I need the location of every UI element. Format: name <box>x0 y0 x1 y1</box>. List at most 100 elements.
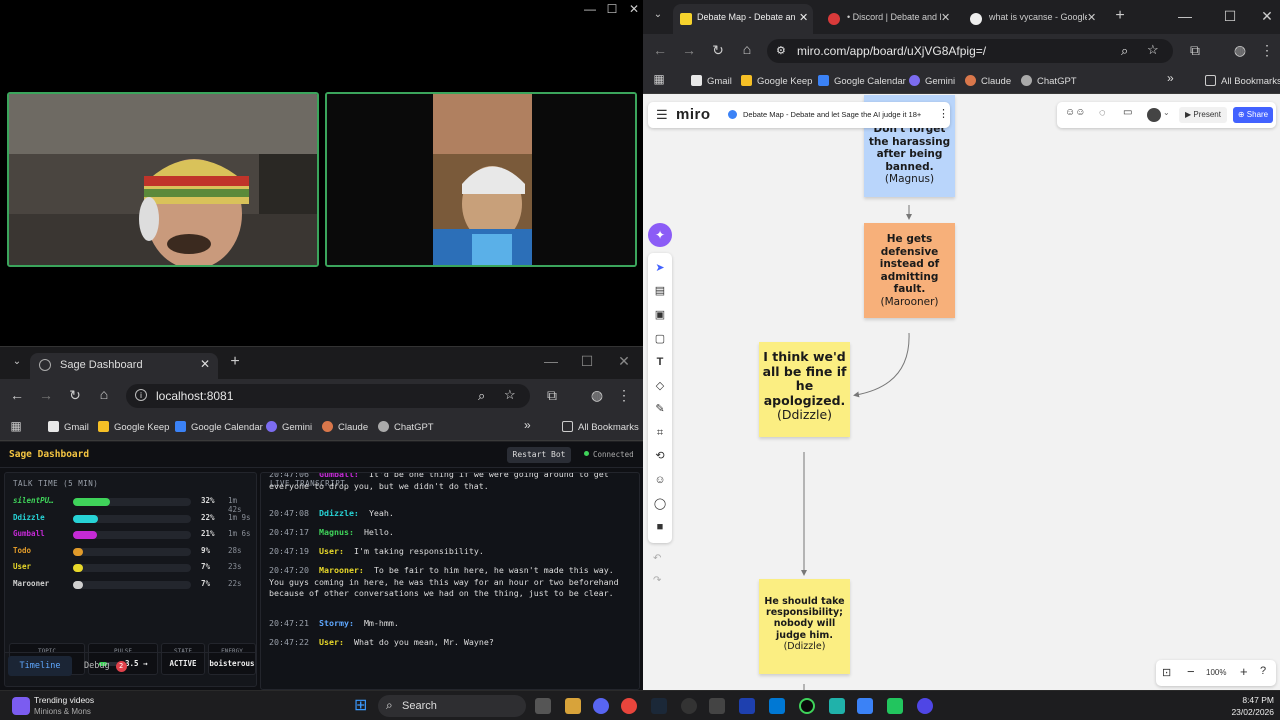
all-bookmarks[interactable]: All Bookmarks <box>1205 75 1280 87</box>
video-tile-participant-2[interactable] <box>325 92 637 267</box>
sticky-note-4[interactable]: He should take responsibility; nobody wi… <box>759 579 850 674</box>
forward-icon[interactable]: → <box>680 42 698 58</box>
bookmark-claude[interactable]: Claude <box>322 421 368 433</box>
site-info-icon[interactable]: i <box>135 389 147 401</box>
pen-icon[interactable]: ✎ <box>653 402 667 416</box>
close-tab-icon[interactable]: ✕ <box>200 357 210 371</box>
profile-icon[interactable]: ◍ <box>1231 42 1249 59</box>
sticky-note-icon[interactable]: ▢ <box>653 332 667 346</box>
board-menu-icon[interactable]: ⋮ <box>938 107 949 120</box>
bookmark-claude[interactable]: Claude <box>965 75 1011 87</box>
bookmark-star-icon[interactable]: ☆ <box>504 387 516 403</box>
app-icon[interactable] <box>799 698 815 714</box>
tab-search-icon[interactable]: ⌄ <box>8 356 26 367</box>
close-tab-icon[interactable]: ✕ <box>799 11 808 24</box>
new-tab-icon[interactable]: + <box>1111 7 1129 25</box>
close-tab-icon[interactable]: ✕ <box>941 11 951 24</box>
chrome-icon[interactable] <box>621 698 637 714</box>
board-title[interactable]: Debate Map - Debate and let Sage the AI … <box>743 110 921 119</box>
bookmark-google-calendar[interactable]: Google Calendar <box>818 75 906 87</box>
menu-icon[interactable]: ⋮ <box>1258 42 1276 59</box>
app-icon[interactable] <box>829 698 845 714</box>
tab-debug[interactable]: Debug 2 <box>84 656 127 676</box>
tab-discord[interactable]: • Discord | Debate and l ✕ <box>823 4 953 34</box>
apps-grid-icon[interactable]: ▦ <box>650 72 668 86</box>
more-bookmarks-icon[interactable]: » <box>524 418 531 432</box>
taskbar-search[interactable]: ⌕ Search <box>378 695 526 717</box>
help-icon[interactable]: ? <box>1260 665 1266 677</box>
connector-icon[interactable]: ⟲ <box>653 449 667 463</box>
close-icon[interactable]: ✕ <box>1258 8 1276 25</box>
terminal-icon[interactable] <box>709 698 725 714</box>
powershell-icon[interactable] <box>739 698 755 714</box>
maximize-icon[interactable]: ☐ <box>578 353 596 370</box>
zoom-icon[interactable]: ⌕ <box>478 388 485 404</box>
start-icon[interactable]: ⊞ <box>354 697 371 714</box>
minimize-icon[interactable]: — <box>1176 8 1194 24</box>
zoom-in-icon[interactable]: + <box>1240 664 1248 679</box>
share-button[interactable]: ⊕ Share <box>1233 107 1273 123</box>
extensions-icon[interactable]: ⧉ <box>543 387 561 404</box>
bookmark-star-icon[interactable]: ☆ <box>1147 42 1159 58</box>
tab-google-search[interactable]: what is vycanse - Google ✕ <box>965 4 1101 34</box>
discord-icon[interactable] <box>593 698 609 714</box>
vscode-icon[interactable] <box>769 698 785 714</box>
video-icon[interactable]: ▭ <box>1123 107 1132 118</box>
notepad-icon[interactable] <box>857 698 873 714</box>
bookmark-google-keep[interactable]: Google Keep <box>98 421 169 433</box>
close-tab-icon[interactable]: ✕ <box>1087 11 1097 24</box>
templates-icon[interactable]: ▤ <box>653 284 667 298</box>
maximize-icon[interactable]: ☐ <box>605 2 619 16</box>
bookmark-gmail[interactable]: Gmail <box>48 421 89 433</box>
fit-icon[interactable]: ⊡ <box>1162 666 1171 679</box>
file-explorer-icon[interactable] <box>565 698 581 714</box>
task-view-icon[interactable] <box>535 698 551 714</box>
tab-timeline[interactable]: Timeline <box>8 656 72 676</box>
undo-icon[interactable]: ↶ <box>653 553 661 564</box>
reload-icon[interactable]: ↻ <box>709 42 727 59</box>
bookmark-google-calendar[interactable]: Google Calendar <box>175 421 263 433</box>
minimize-icon[interactable]: — <box>542 353 560 369</box>
bookmark-chatgpt[interactable]: ChatGPT <box>378 421 434 433</box>
forward-icon[interactable]: → <box>37 387 55 403</box>
minimize-icon[interactable]: — <box>583 2 597 16</box>
apps-grid-icon[interactable]: ▦ <box>7 419 25 433</box>
more-bookmarks-icon[interactable]: » <box>1167 71 1174 85</box>
bookmark-chatgpt[interactable]: ChatGPT <box>1021 75 1077 87</box>
video-tile-participant-1[interactable] <box>7 92 319 267</box>
profile-icon[interactable]: ◍ <box>588 387 606 404</box>
clock-date[interactable]: 23/02/2026 <box>1214 707 1274 717</box>
tab-sage-dashboard[interactable]: Sage Dashboard ✕ <box>30 353 218 379</box>
zoom-level[interactable]: 100% <box>1206 668 1226 677</box>
url-input[interactable]: i localhost:8081 ⌕ ☆ <box>126 384 530 408</box>
tab-debate-map[interactable]: Debate Map - Debate an ✕ <box>673 4 813 34</box>
all-bookmarks[interactable]: All Bookmarks <box>562 421 639 433</box>
home-icon[interactable]: ⌂ <box>95 386 113 402</box>
zoom-out-icon[interactable]: − <box>1187 664 1195 679</box>
hamburger-menu-icon[interactable]: ☰ <box>656 107 668 123</box>
comment-icon[interactable]: ◌ <box>1099 107 1106 119</box>
zoom-icon[interactable]: ⌕ <box>1121 43 1128 59</box>
miro-logo[interactable]: miro <box>676 106 711 123</box>
miro-board[interactable]: Don't forget the harassing after being b… <box>643 95 1280 690</box>
widgets-icon[interactable] <box>12 697 30 715</box>
sticky-note-2[interactable]: He gets defensive instead of admitting f… <box>864 223 955 318</box>
sticky-note-3[interactable]: I think we'd all be fine if he apologize… <box>759 342 850 437</box>
bookmark-gemini[interactable]: Gemini <box>909 75 955 87</box>
tab-search-icon[interactable]: ⌄ <box>649 9 667 20</box>
app-icon[interactable] <box>681 698 697 714</box>
close-icon[interactable]: ✕ <box>615 353 633 370</box>
menu-icon[interactable]: ⋮ <box>615 387 633 404</box>
reload-icon[interactable]: ↻ <box>66 387 84 404</box>
chevron-down-icon[interactable]: ⌄ <box>1163 108 1170 117</box>
redo-icon[interactable]: ↷ <box>653 575 661 586</box>
url-input[interactable]: ⚙ miro.com/app/board/uXjVG8Afpig=/ ⌕ ☆ <box>767 39 1173 63</box>
steam-icon[interactable] <box>651 698 667 714</box>
frame-icon[interactable]: ▣ <box>653 308 667 322</box>
back-icon[interactable]: ← <box>651 42 669 58</box>
ai-assist-icon[interactable]: ✦ <box>648 223 672 247</box>
select-cursor-icon[interactable]: ➤ <box>653 261 667 275</box>
back-icon[interactable]: ← <box>8 387 26 403</box>
shapes-icon[interactable]: ◇ <box>653 379 667 393</box>
close-icon[interactable]: ✕ <box>627 2 641 16</box>
